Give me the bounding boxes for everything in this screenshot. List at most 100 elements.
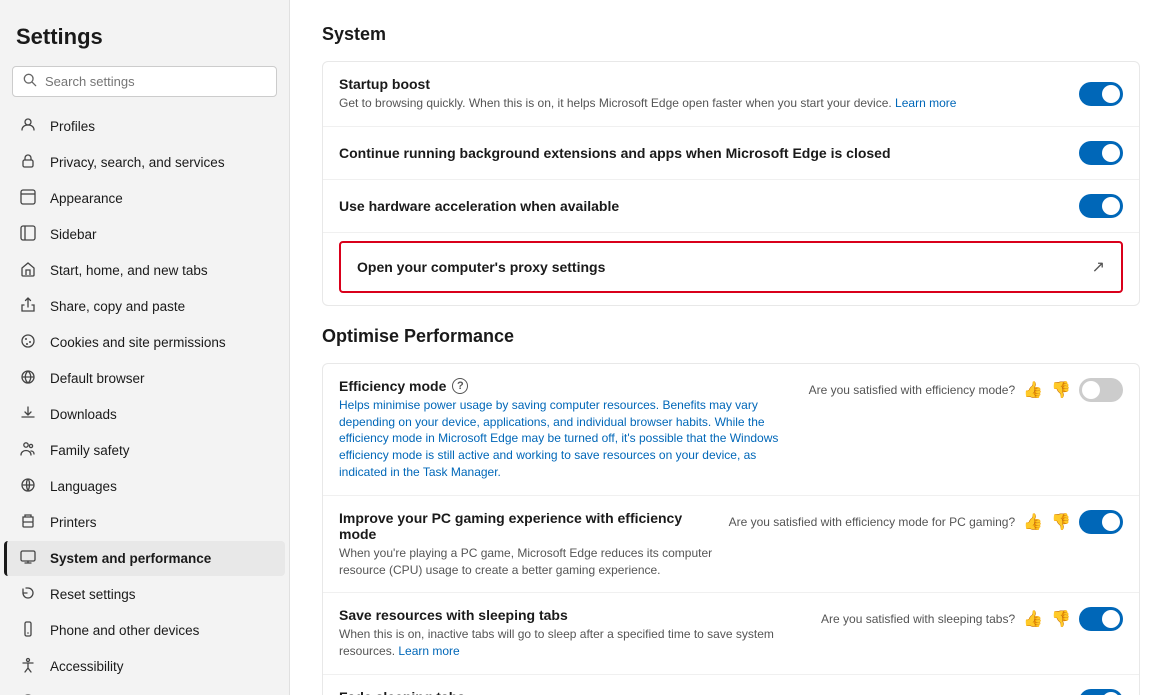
fade-sleeping-tabs-right bbox=[1079, 689, 1123, 695]
settings-panel: System Startup boost Get to browsing qui… bbox=[290, 0, 1172, 695]
appearance-icon bbox=[20, 189, 40, 208]
sidebar-item-share-copy[interactable]: Share, copy and paste bbox=[4, 289, 285, 324]
sidebar-item-label: Languages bbox=[50, 479, 117, 494]
sleeping-tabs-learn-more-link[interactable]: Learn more bbox=[398, 644, 459, 658]
pc-gaming-thumbs-up-icon[interactable]: 👍 bbox=[1023, 512, 1043, 532]
sidebar-item-profiles[interactable]: Profiles bbox=[4, 109, 285, 144]
efficiency-mode-info: Efficiency mode ? Helps minimise power u… bbox=[339, 378, 793, 481]
pc-gaming-row: Improve your PC gaming experience with e… bbox=[323, 496, 1139, 594]
sidebar-item-label: Start, home, and new tabs bbox=[50, 263, 208, 278]
printer-icon bbox=[20, 513, 40, 532]
sidebar-item-label: Accessibility bbox=[50, 659, 124, 674]
pc-gaming-toggle-slider bbox=[1079, 510, 1123, 534]
sidebar-item-downloads[interactable]: Downloads bbox=[4, 397, 285, 432]
efficiency-mode-desc: Helps minimise power usage by saving com… bbox=[339, 397, 793, 481]
sleeping-tabs-thumbs-up-icon[interactable]: 👍 bbox=[1023, 609, 1043, 629]
sidebar-item-printers[interactable]: Printers bbox=[4, 505, 285, 540]
sidebar-item-accessibility[interactable]: Accessibility bbox=[4, 649, 285, 684]
background-extensions-toggle-slider bbox=[1079, 141, 1123, 165]
sidebar-icon bbox=[20, 225, 40, 244]
fade-sleeping-tabs-info: Fade sleeping tabs Tabs will appear fade… bbox=[339, 689, 1063, 695]
sidebar-item-label: Reset settings bbox=[50, 587, 136, 602]
optimise-card: Efficiency mode ? Helps minimise power u… bbox=[322, 363, 1140, 695]
sidebar-item-privacy[interactable]: Privacy, search, and services bbox=[4, 145, 285, 180]
efficiency-mode-row: Efficiency mode ? Helps minimise power u… bbox=[323, 364, 1139, 496]
sleeping-tabs-right: Are you satisfied with sleeping tabs? 👍 … bbox=[821, 607, 1123, 631]
startup-boost-desc: Get to browsing quickly. When this is on… bbox=[339, 95, 1079, 112]
pc-gaming-label: Improve your PC gaming experience with e… bbox=[339, 510, 713, 542]
pc-gaming-info: Improve your PC gaming experience with e… bbox=[339, 510, 713, 579]
sleeping-tabs-toggle[interactable] bbox=[1079, 607, 1123, 631]
sidebar-item-cookies[interactable]: Cookies and site permissions bbox=[4, 325, 285, 360]
thumbs-up-icon[interactable]: 👍 bbox=[1023, 380, 1043, 400]
download-icon bbox=[20, 405, 40, 424]
home-icon bbox=[20, 261, 40, 280]
sidebar-item-label: Share, copy and paste bbox=[50, 299, 185, 314]
efficiency-mode-title-row: Efficiency mode ? bbox=[339, 378, 793, 394]
sidebar-item-label: Default browser bbox=[50, 371, 145, 386]
sleeping-tabs-row: Save resources with sleeping tabs When t… bbox=[323, 593, 1139, 675]
startup-boost-info: Startup boost Get to browsing quickly. W… bbox=[339, 76, 1079, 112]
family-icon bbox=[20, 441, 40, 460]
efficiency-mode-label: Efficiency mode bbox=[339, 378, 446, 394]
main-content: System Startup boost Get to browsing qui… bbox=[290, 0, 1172, 695]
fade-sleeping-tabs-toggle[interactable] bbox=[1079, 689, 1123, 695]
hardware-acceleration-label: Use hardware acceleration when available bbox=[339, 198, 1079, 214]
pc-gaming-right: Are you satisfied with efficiency mode f… bbox=[729, 510, 1123, 534]
pc-gaming-desc: When you're playing a PC game, Microsoft… bbox=[339, 545, 713, 579]
sleeping-tabs-feedback-text: Are you satisfied with sleeping tabs? bbox=[821, 612, 1015, 626]
sidebar-item-label: Downloads bbox=[50, 407, 117, 422]
pc-gaming-thumbs-down-icon[interactable]: 👎 bbox=[1051, 512, 1071, 532]
sidebar-item-sidebar[interactable]: Sidebar bbox=[4, 217, 285, 252]
sleeping-tabs-thumbs-down-icon[interactable]: 👎 bbox=[1051, 609, 1071, 629]
language-icon bbox=[20, 477, 40, 496]
efficiency-mode-toggle[interactable] bbox=[1079, 378, 1123, 402]
search-input[interactable] bbox=[45, 74, 266, 89]
help-circle-icon[interactable]: ? bbox=[452, 378, 468, 394]
sidebar-item-reset-settings[interactable]: Reset settings bbox=[4, 577, 285, 612]
sidebar-item-default-browser[interactable]: Default browser bbox=[4, 361, 285, 396]
sidebar-item-label: Family safety bbox=[50, 443, 130, 458]
search-icon bbox=[23, 73, 37, 90]
pc-gaming-toggle[interactable] bbox=[1079, 510, 1123, 534]
sidebar-item-about-edge[interactable]: About Microsoft Edge bbox=[4, 685, 285, 695]
sidebar-item-phone-devices[interactable]: Phone and other devices bbox=[4, 613, 285, 648]
lock-icon bbox=[20, 153, 40, 172]
system-icon bbox=[20, 549, 40, 568]
proxy-settings-label: Open your computer's proxy settings bbox=[357, 259, 605, 275]
efficiency-feedback-text: Are you satisfied with efficiency mode? bbox=[809, 383, 1016, 397]
system-section-title: System bbox=[322, 24, 1140, 45]
efficiency-mode-right: Are you satisfied with efficiency mode? … bbox=[809, 378, 1123, 402]
sidebar-item-label: Cookies and site permissions bbox=[50, 335, 226, 350]
sidebar-item-system-performance[interactable]: System and performance bbox=[4, 541, 285, 576]
cookies-icon bbox=[20, 333, 40, 352]
sidebar-item-start-home[interactable]: Start, home, and new tabs bbox=[4, 253, 285, 288]
sidebar-item-label: Privacy, search, and services bbox=[50, 155, 225, 170]
background-extensions-info: Continue running background extensions a… bbox=[339, 145, 1079, 161]
fade-sleeping-tabs-toggle-slider bbox=[1079, 689, 1123, 695]
thumbs-down-icon[interactable]: 👎 bbox=[1051, 380, 1071, 400]
profiles-icon bbox=[20, 117, 40, 136]
sidebar-item-appearance[interactable]: Appearance bbox=[4, 181, 285, 216]
proxy-row-wrapper: Open your computer's proxy settings ↗ bbox=[323, 233, 1139, 305]
page-title: Settings bbox=[0, 16, 289, 66]
hardware-acceleration-toggle[interactable] bbox=[1079, 194, 1123, 218]
startup-boost-learn-more-link[interactable]: Learn more bbox=[895, 96, 956, 110]
proxy-settings-row[interactable]: Open your computer's proxy settings ↗ bbox=[339, 241, 1123, 293]
sidebar-item-languages[interactable]: Languages bbox=[4, 469, 285, 504]
sidebar-item-family-safety[interactable]: Family safety bbox=[4, 433, 285, 468]
background-extensions-toggle[interactable] bbox=[1079, 141, 1123, 165]
search-box[interactable] bbox=[12, 66, 277, 97]
sleeping-tabs-desc: When this is on, inactive tabs will go t… bbox=[339, 626, 805, 660]
startup-boost-toggle[interactable] bbox=[1079, 82, 1123, 106]
reset-icon bbox=[20, 585, 40, 604]
phone-icon bbox=[20, 621, 40, 640]
background-extensions-row: Continue running background extensions a… bbox=[323, 127, 1139, 180]
sidebar-item-label: Printers bbox=[50, 515, 97, 530]
pc-gaming-feedback-text: Are you satisfied with efficiency mode f… bbox=[729, 515, 1016, 529]
efficiency-mode-toggle-slider bbox=[1079, 378, 1123, 402]
sidebar-item-label: Phone and other devices bbox=[50, 623, 199, 638]
sleeping-tabs-toggle-slider bbox=[1079, 607, 1123, 631]
browser-icon bbox=[20, 369, 40, 388]
sidebar: Settings Profiles Privacy, search, and s… bbox=[0, 0, 290, 695]
